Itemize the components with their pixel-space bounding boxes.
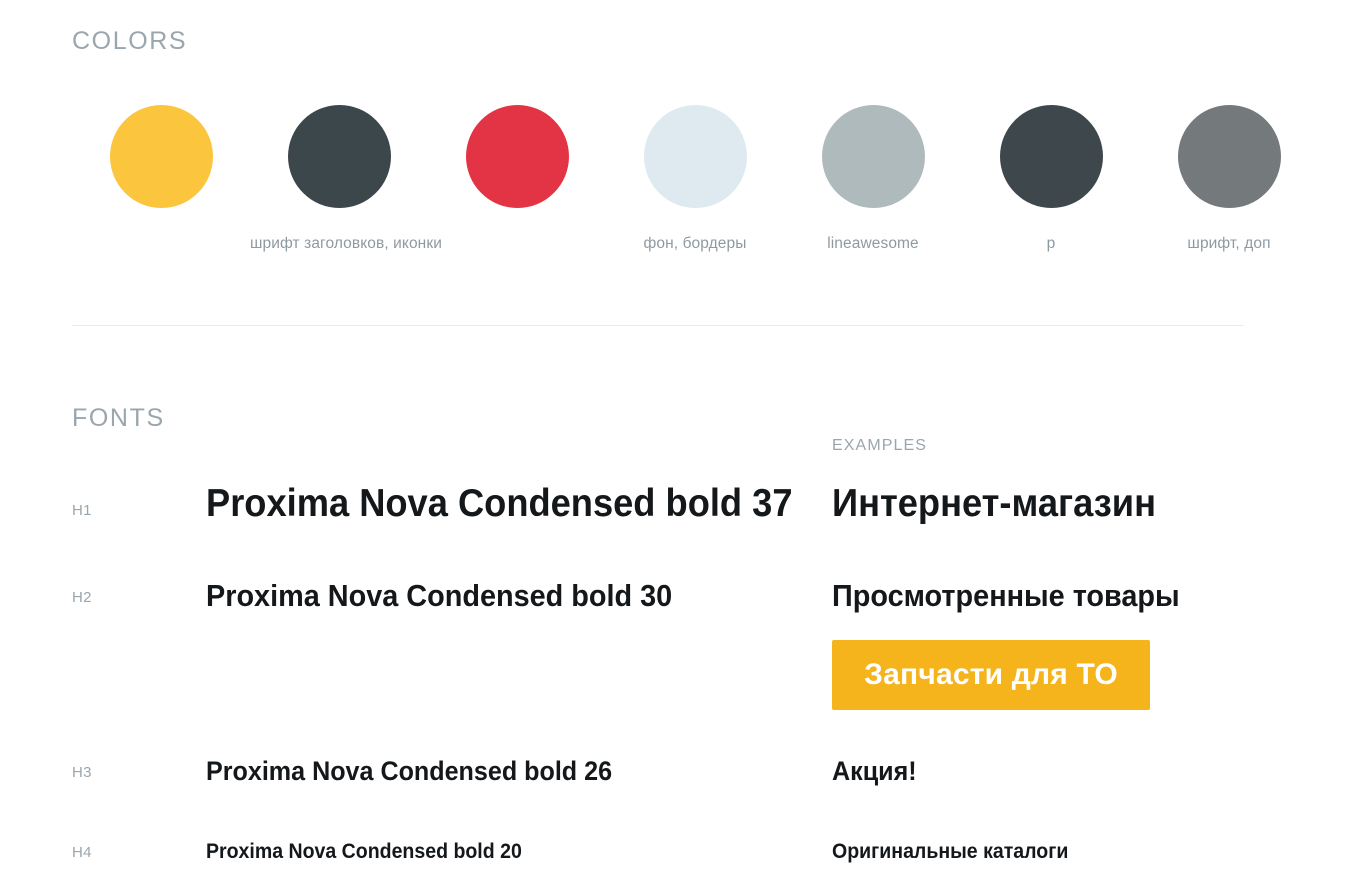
color-swatch-caption: фон, бордеры xyxy=(643,235,747,252)
color-swatch[interactable] xyxy=(428,105,606,235)
font-level-label: H3 xyxy=(72,764,92,781)
fonts-section-title: FONTS xyxy=(72,404,165,432)
font-example-text: Акция! xyxy=(832,756,917,786)
color-swatch[interactable]: фон, бордеры xyxy=(606,105,784,253)
color-swatch-dot xyxy=(1177,105,1281,208)
color-swatch-dot xyxy=(287,105,391,208)
colors-section-title: COLORS xyxy=(72,27,188,55)
color-swatch-dot xyxy=(109,105,213,208)
font-example-text: Оригинальные каталоги xyxy=(832,840,1069,863)
font-level-label: H4 xyxy=(72,844,92,861)
color-swatch-row: шрифт заголовков, иконки фон, бордеры li… xyxy=(72,105,1281,255)
color-swatch[interactable] xyxy=(72,105,250,235)
color-swatch[interactable]: lineawesome xyxy=(784,105,962,253)
color-swatch-caption: p xyxy=(1046,235,1056,252)
color-swatch-caption: lineawesome xyxy=(827,235,919,252)
color-swatch-dot xyxy=(643,105,747,208)
font-spec-text: Proxima Nova Condensed bold 30 xyxy=(206,578,673,613)
color-swatch-dot xyxy=(821,105,925,208)
color-swatch[interactable]: шрифт, доп xyxy=(1140,105,1318,253)
style-guide-page: COLORS шрифт заголовков, иконки фон, бор… xyxy=(0,0,1350,888)
color-swatch-caption: шрифт заголовков, иконки xyxy=(250,235,442,252)
section-divider xyxy=(72,325,1244,326)
color-swatch[interactable]: p xyxy=(962,105,1140,253)
font-example-text: Просмотренные товары xyxy=(832,578,1180,613)
examples-column-title: EXAMPLES xyxy=(832,437,928,454)
color-swatch-caption: шрифт, доп xyxy=(1187,235,1271,252)
color-swatch-dot xyxy=(999,105,1103,208)
font-spec-text: Proxima Nova Condensed bold 37 xyxy=(206,482,793,525)
font-spec-text: Proxima Nova Condensed bold 26 xyxy=(206,756,613,786)
color-swatch-dot xyxy=(465,105,569,208)
font-level-label: H2 xyxy=(72,589,92,606)
font-spec-text: Proxima Nova Condensed bold 20 xyxy=(206,840,522,863)
zapchasti-dlya-to-button[interactable]: Запчасти для ТО xyxy=(832,640,1150,710)
font-level-label: H1 xyxy=(72,502,92,519)
color-swatch[interactable]: шрифт заголовков, иконки xyxy=(250,105,442,253)
font-example-text: Интернет-магазин xyxy=(832,482,1156,525)
